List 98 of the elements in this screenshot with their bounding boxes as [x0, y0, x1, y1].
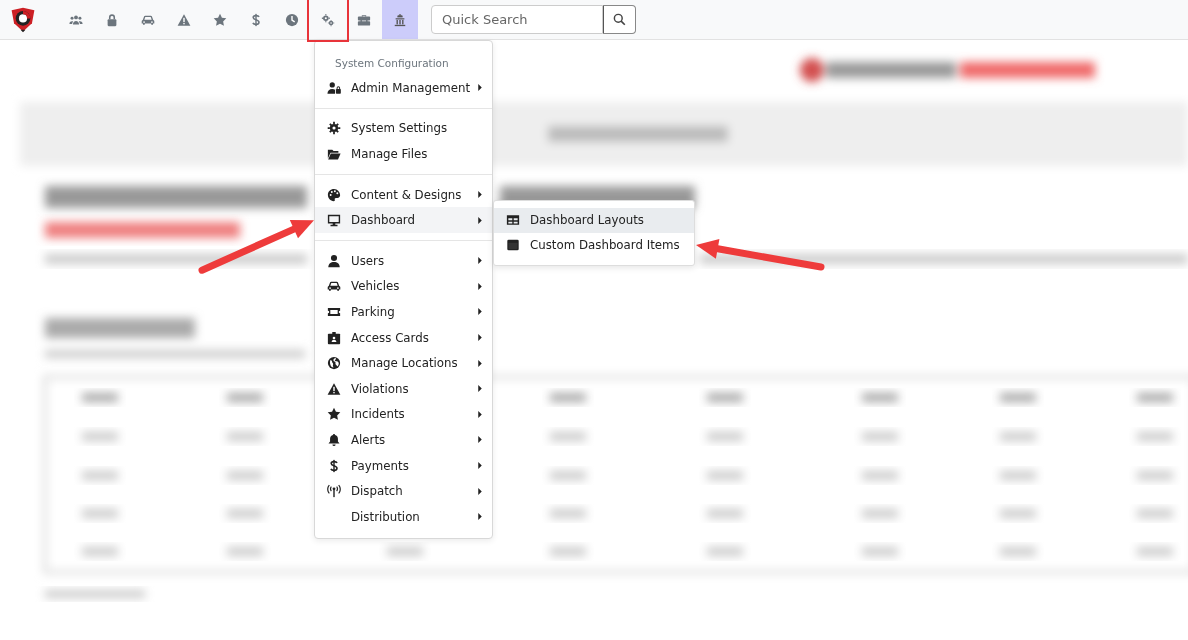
blurred-cell-drawing [862, 432, 898, 441]
blurred-cell-drawing [1000, 509, 1036, 518]
menu-header: System Configuration [334, 56, 450, 71]
caret-icon [478, 84, 482, 92]
blurred-cell-drawing [1000, 471, 1036, 480]
car-icon [327, 279, 341, 294]
search-icon [613, 13, 626, 26]
caret-icon [478, 257, 482, 265]
menu-item[interactable]: Vehicles [315, 273, 492, 300]
caret-icon [478, 359, 482, 367]
caret-icon [478, 191, 482, 199]
menu-item[interactable]: Incidents [315, 401, 492, 428]
window-icon [506, 237, 520, 252]
blurred-cell-drawing [550, 471, 586, 480]
blurred-cell-drawing [550, 393, 586, 402]
blurred-cell-drawing [707, 393, 743, 402]
blurred-cell-drawing [1137, 432, 1173, 441]
folder-icon [327, 147, 341, 161]
gears-icon [321, 12, 335, 27]
caret-icon [478, 216, 482, 224]
palette-icon [327, 187, 341, 202]
caret-icon [478, 513, 482, 521]
blurred-cell-drawing [707, 471, 743, 480]
caret-icon [478, 462, 482, 469]
menu-item[interactable]: Alerts [315, 427, 492, 453]
settings-icon [327, 121, 341, 136]
bell-icon [327, 432, 341, 447]
menu-item[interactable]: Custom Dashboard Items [494, 232, 694, 257]
blurred-cell-drawing [862, 547, 898, 556]
star-icon [327, 407, 341, 422]
blurred-cell-drawing [227, 393, 263, 402]
menu-item[interactable]: Distribution [315, 503, 492, 530]
blurred-cell-drawing [1137, 471, 1173, 480]
caret-icon [478, 487, 482, 495]
menu-item[interactable]: Violations [315, 375, 492, 402]
search-button[interactable] [603, 5, 636, 34]
blurred-cell-drawing [227, 432, 263, 441]
blurred-cell-drawing [227, 509, 263, 518]
blurred-cell-drawing [82, 471, 118, 480]
menu-item[interactable]: Payments [315, 452, 492, 479]
blurred-cell-drawing [227, 547, 263, 556]
menu-item[interactable]: Dashboard Layouts [494, 208, 694, 233]
caret-icon [478, 282, 482, 290]
blurred-cell-drawing [227, 471, 263, 480]
id-card-icon [327, 330, 341, 345]
menu-item[interactable]: Manage Files [315, 141, 492, 167]
caret-icon [478, 410, 482, 418]
menu-item[interactable]: Dashboard [315, 207, 492, 233]
blurred-cell-drawing [1000, 393, 1036, 402]
menu-item[interactable]: Admin Management [315, 75, 492, 101]
monitor-icon [327, 213, 341, 228]
menu-item[interactable]: Users [315, 247, 492, 274]
blurred-cell-drawing [707, 432, 743, 441]
blurred-cell-drawing [1000, 547, 1036, 556]
warning-icon [177, 12, 191, 27]
building-icon [393, 12, 407, 27]
search-field[interactable]: Quick Search [431, 5, 603, 34]
clock-icon [285, 12, 299, 27]
blurred-cell-drawing [550, 547, 586, 556]
highlight-box [307, 0, 349, 42]
menu-item[interactable]: Content & Designs [315, 181, 492, 208]
dollar-icon [249, 12, 263, 27]
caret-icon [478, 385, 482, 393]
blurred-cell-drawing [707, 509, 743, 518]
menu-item[interactable]: System Settings [315, 115, 492, 142]
menu-item[interactable]: Access Cards [315, 324, 492, 351]
warning-icon [327, 381, 341, 396]
blurred-cell-drawing [862, 509, 898, 518]
blurred-cell-drawing [550, 509, 586, 518]
blurred-cell-drawing [1000, 432, 1036, 441]
toolbox-icon [357, 12, 371, 27]
blurred-cell-drawing [82, 509, 118, 518]
table-icon [506, 213, 520, 228]
caret-icon [478, 308, 482, 316]
menu-item[interactable]: Dispatch [315, 478, 492, 504]
toolbar-button[interactable] [382, 0, 418, 39]
star-icon [213, 12, 227, 27]
blurred-cell-drawing [1137, 509, 1173, 518]
caret-icon [478, 436, 482, 444]
menu-item[interactable]: Parking [315, 299, 492, 325]
blurred-cell-drawing [862, 471, 898, 480]
lock-icon [105, 12, 119, 27]
blurred-cell-drawing [82, 432, 118, 441]
blurred-cell-drawing [82, 547, 118, 556]
caret-icon [478, 334, 482, 342]
dollar-icon [327, 458, 341, 473]
blurred-cell-drawing [707, 547, 743, 556]
user-lock-icon [327, 80, 341, 95]
blurred-cell-drawing [1137, 547, 1173, 556]
blurred-cell-drawing [550, 432, 586, 441]
user-icon [327, 253, 341, 268]
globe-icon [327, 356, 341, 371]
menu-item[interactable]: Manage Locations [315, 350, 492, 376]
blurred-cell-drawing [1137, 393, 1173, 402]
blurred-cell-drawing [387, 547, 423, 556]
blurred-cell-drawing [862, 393, 898, 402]
blurred-cell-drawing [82, 393, 118, 402]
antenna-icon [327, 484, 341, 499]
